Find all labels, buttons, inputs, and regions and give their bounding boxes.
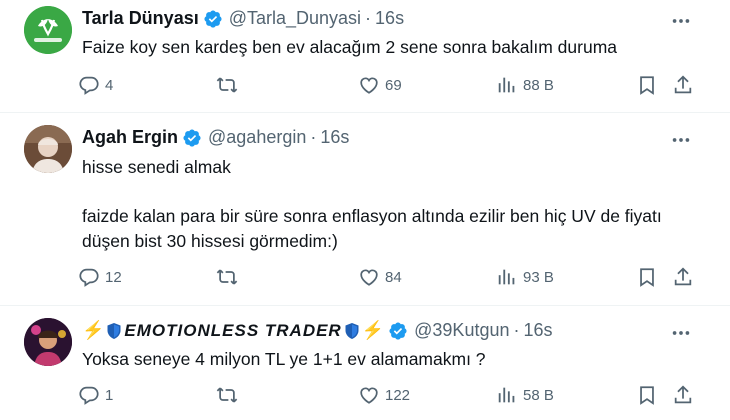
tweet-text-line: Faize koy sen kardeş ben ev alacağım 2 s…: [82, 37, 618, 57]
share-button[interactable]: [672, 384, 694, 406]
tweet-2[interactable]: Agah Ergin @agahergin · 16s hisse senedi…: [0, 113, 730, 305]
views-icon: [496, 384, 518, 406]
author-handle[interactable]: @agahergin: [208, 127, 306, 148]
tweet-text-line: faizde kalan para bir süre sonra enflasy…: [82, 206, 662, 226]
share-icon: [672, 74, 694, 96]
share-button[interactable]: [672, 266, 694, 288]
tweet-3[interactable]: ⚡ EMOTIONLESS TRADER ⚡ @39Kutgun · 16s Y…: [0, 306, 730, 420]
views-button[interactable]: 58 B: [496, 384, 554, 406]
agah-photo-icon: [24, 125, 72, 173]
bookmark-button[interactable]: [636, 266, 658, 288]
verified-badge-icon[interactable]: [388, 321, 408, 341]
verified-badge-icon[interactable]: [203, 9, 223, 29]
retweet-icon: [216, 74, 238, 96]
more-icon[interactable]: [670, 129, 692, 151]
tweet-text-line: Yoksa seneye 4 milyon TL ye 1+1 ev alama…: [82, 349, 486, 369]
views-icon: [496, 74, 518, 96]
share-icon: [672, 266, 694, 288]
views-count: 88 B: [523, 76, 554, 94]
bookmark-icon: [636, 384, 658, 406]
lightning-icon: ⚡: [361, 320, 385, 340]
author-name[interactable]: EMOTIONLESS TRADER: [124, 321, 341, 341]
reply-count: 4: [105, 76, 114, 94]
avatar[interactable]: [24, 318, 72, 366]
like-icon: [358, 266, 380, 288]
like-button[interactable]: 122: [358, 384, 410, 406]
tweet-text: Yoksa seneye 4 milyon TL ye 1+1 ev alama…: [82, 347, 486, 372]
like-button[interactable]: 69: [358, 74, 402, 96]
verified-badge-icon[interactable]: [182, 128, 202, 148]
reply-button[interactable]: 12: [78, 266, 122, 288]
tweet-header: Agah Ergin @agahergin · 16s: [82, 127, 349, 148]
tweet-text-line: hisse senedi almak: [82, 157, 231, 177]
author-handle[interactable]: @39Kutgun: [414, 320, 509, 341]
tweet-1[interactable]: Tarla Dünyası @Tarla_Dunyasi · 16s Faize…: [0, 0, 730, 112]
tweet-actions: 1 122 58 B: [78, 384, 698, 410]
bookmark-button[interactable]: [636, 384, 658, 406]
reply-button[interactable]: 4: [78, 74, 113, 96]
tweet-text: hisse senedi almak faizde kalan para bir…: [82, 155, 662, 254]
like-button[interactable]: 84: [358, 266, 402, 288]
views-icon: [496, 266, 518, 288]
reply-count: 12: [105, 268, 122, 286]
avatar[interactable]: [24, 6, 72, 54]
retweet-button[interactable]: [216, 74, 243, 96]
trader-photo-icon: [24, 318, 72, 366]
separator-dot: ·: [513, 320, 520, 340]
like-count: 84: [385, 268, 402, 286]
avatar[interactable]: [24, 125, 72, 173]
share-icon: [672, 384, 694, 406]
reply-icon: [78, 74, 100, 96]
author-handle[interactable]: @Tarla_Dunyasi: [229, 8, 361, 29]
like-icon: [358, 384, 380, 406]
retweet-button[interactable]: [216, 384, 243, 406]
views-count: 93 B: [523, 268, 554, 286]
share-button[interactable]: [672, 74, 694, 96]
timestamp[interactable]: 16s: [523, 320, 552, 341]
retweet-button[interactable]: [216, 266, 243, 288]
retweet-icon: [216, 384, 238, 406]
reply-icon: [78, 384, 100, 406]
reply-icon: [78, 266, 100, 288]
author-name[interactable]: Tarla Dünyası: [82, 8, 199, 29]
views-button[interactable]: 93 B: [496, 266, 554, 288]
like-icon: [358, 74, 380, 96]
tweet-text: Faize koy sen kardeş ben ev alacağım 2 s…: [82, 35, 617, 60]
more-icon[interactable]: [670, 10, 692, 32]
reply-count: 1: [105, 386, 114, 404]
bookmark-icon: [636, 74, 658, 96]
timestamp[interactable]: 16s: [320, 127, 349, 148]
shield-icon: [345, 322, 359, 339]
more-icon[interactable]: [670, 322, 692, 344]
reply-button[interactable]: 1: [78, 384, 113, 406]
lightning-icon: ⚡: [82, 320, 105, 340]
tweet-actions: 12 84 93 B: [78, 266, 698, 292]
tweet-header: ⚡ EMOTIONLESS TRADER ⚡ @39Kutgun · 16s: [82, 320, 553, 341]
separator-dot: ·: [365, 8, 372, 28]
tweet-actions: 4 69 88 B: [78, 74, 698, 100]
tweet-text-line: düşen bist 30 hissesi görmedim:): [82, 231, 338, 251]
retweet-icon: [216, 266, 238, 288]
tarla-logo-icon: [24, 6, 72, 54]
separator-dot: ·: [310, 127, 317, 147]
views-button[interactable]: 88 B: [496, 74, 554, 96]
tweet-header: Tarla Dünyası @Tarla_Dunyasi · 16s: [82, 8, 404, 29]
author-name[interactable]: Agah Ergin: [82, 127, 178, 148]
bookmark-button[interactable]: [636, 74, 658, 96]
shield-icon: [107, 322, 121, 339]
like-count: 122: [385, 386, 411, 404]
timestamp[interactable]: 16s: [375, 8, 404, 29]
views-count: 58 B: [523, 386, 554, 404]
bookmark-icon: [636, 266, 658, 288]
like-count: 69: [385, 76, 402, 94]
